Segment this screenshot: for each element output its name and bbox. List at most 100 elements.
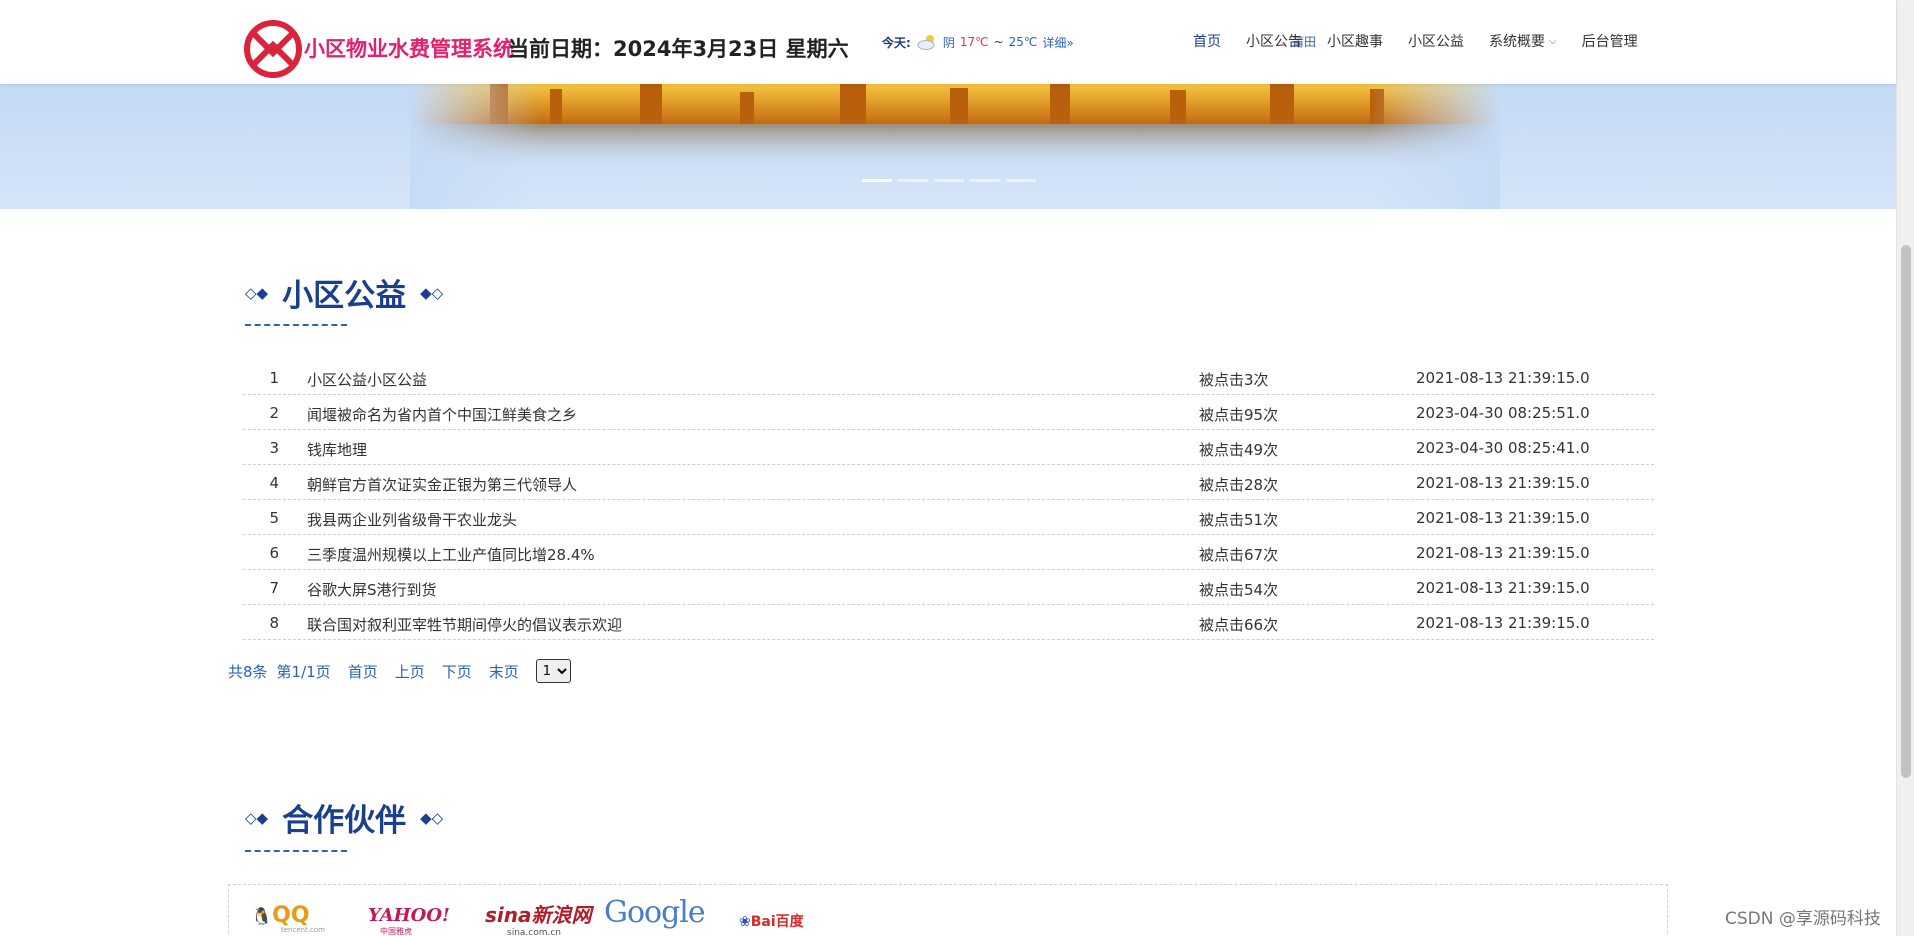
title-decoration-left: ◇◆ [245, 808, 269, 827]
nav-fun-stories[interactable]: 小区趣事 [1327, 31, 1383, 51]
list-item[interactable]: 3 钱库地理 被点击49次 2023-04-30 08:25:41.0 [243, 430, 1654, 465]
item-title-link[interactable]: 谷歌大屏S港行到货 [307, 579, 437, 600]
section-title-partners: ◇◆ 合作伙伴 ◆◇ [245, 795, 443, 840]
weather-condition: 阴 [942, 35, 955, 50]
item-title-link[interactable]: 三季度温州规模以上工业产值同比增28.4% [307, 544, 595, 565]
partner-name: YAHOO! [368, 905, 450, 926]
slider-dot[interactable] [898, 179, 928, 182]
site-logo-icon[interactable] [243, 19, 303, 79]
item-time: 2021-08-13 21:39:15.0 [1416, 544, 1590, 562]
pager-prev-link[interactable]: 上页 [395, 661, 425, 682]
partners-strip: 🐧QQ tencent.com YAHOO! 中国雅虎 sina新浪网 sina… [228, 884, 1668, 936]
list-item[interactable]: 5 我县两企业列省级骨干农业龙头 被点击51次 2021-08-13 21:39… [243, 500, 1654, 535]
nav-label: 小区公告 [1246, 34, 1302, 50]
partner-logo-sina[interactable]: sina新浪网 sina.com.cn [485, 899, 592, 936]
pager-first-link[interactable]: 首页 [348, 661, 378, 682]
item-clicks: 被点击51次 [1199, 511, 1279, 529]
partner-sub: sina.com.cn [507, 928, 562, 936]
item-time: 2021-08-13 21:39:15.0 [1416, 474, 1590, 492]
item-clicks: 被点击95次 [1199, 406, 1279, 424]
nav-admin[interactable]: 后台管理 [1582, 31, 1638, 51]
partner-logo-yahoo[interactable]: YAHOO! 中国雅虎 [368, 905, 450, 936]
pager-total: 共8条 [228, 662, 268, 681]
slider-dots [862, 179, 1036, 182]
cloud-sun-icon [917, 35, 935, 50]
slider-dot[interactable] [934, 179, 964, 182]
chevron-down-icon: ⌵ [1549, 35, 1557, 47]
partner-logo-baidu[interactable]: ❀Bai百度 [739, 911, 804, 931]
weather-low: 25℃ [1008, 35, 1038, 49]
item-time: 2021-08-13 21:39:15.0 [1416, 579, 1590, 597]
partner-sub: tencent.com [281, 926, 325, 934]
nav-home[interactable]: 首页 [1193, 31, 1221, 51]
item-number: 6 [269, 544, 279, 562]
nav-notices[interactable]: 小区公告 [1246, 31, 1302, 51]
nav-label: 后台管理 [1581, 34, 1638, 50]
item-title-link[interactable]: 小区公益小区公益 [307, 369, 427, 390]
nav-label: 小区公益 [1408, 34, 1464, 50]
partner-name: sina新浪网 [485, 903, 592, 927]
item-title-link[interactable]: 朝鲜官方首次证实金正银为第三代领导人 [307, 474, 577, 495]
qq-penguin-icon: 🐧 [251, 907, 273, 927]
nav-system-overview[interactable]: 系统概要 ⌵ [1489, 31, 1557, 51]
list-item[interactable]: 7 谷歌大屏S港行到货 被点击54次 2021-08-13 21:39:15.0 [243, 570, 1654, 605]
list-item[interactable]: 2 闻堰被命名为省内首个中国江鲜美食之乡 被点击95次 2023-04-30 0… [243, 395, 1654, 430]
item-title-link[interactable]: 我县两企业列省级骨干农业龙头 [307, 509, 517, 530]
item-number: 3 [269, 439, 279, 457]
welfare-list: 1 小区公益小区公益 被点击3次 2021-08-13 21:39:15.0 2… [243, 360, 1654, 640]
partner-name: Google [604, 895, 706, 930]
baidu-paw-icon: ❀ [739, 914, 751, 930]
list-item[interactable]: 8 联合国对叙利亚宰牲节期间停火的倡议表示欢迎 被点击66次 2021-08-1… [243, 605, 1654, 640]
watermark-text: CSDN @享源码科技 [1725, 909, 1881, 929]
item-time: 2023-04-30 08:25:41.0 [1416, 439, 1590, 457]
item-clicks: 被点击28次 [1199, 476, 1279, 494]
list-item[interactable]: 1 小区公益小区公益 被点击3次 2021-08-13 21:39:15.0 [243, 360, 1654, 395]
section-title-welfare: ◇◆ 小区公益 ◆◇ [245, 270, 443, 315]
item-clicks: 被点击49次 [1199, 441, 1279, 459]
item-time: 2021-08-13 21:39:15.0 [1416, 369, 1590, 387]
weather-more-link[interactable]: 详细» [1042, 34, 1073, 51]
list-item[interactable]: 4 朝鲜官方首次证实金正银为第三代领导人 被点击28次 2021-08-13 2… [243, 465, 1654, 500]
item-number: 8 [269, 614, 279, 632]
slider-dot[interactable] [970, 179, 1000, 182]
list-item[interactable]: 6 三季度温州规模以上工业产值同比增28.4% 被点击67次 2021-08-1… [243, 535, 1654, 570]
section-divider [245, 324, 347, 326]
item-clicks: 被点击54次 [1199, 581, 1279, 599]
pagination: 共8条 第1/1页 首页 上页 下页 末页 1 [228, 659, 571, 683]
slider-dot[interactable] [1006, 179, 1036, 182]
item-clicks: 被点击66次 [1199, 616, 1279, 634]
nav-public-welfare[interactable]: 小区公益 [1408, 31, 1464, 51]
weather-widget: 今天: 莆田 阴 17℃ ~ 25℃ 详细» [882, 33, 1316, 51]
section-heading: 合作伙伴 [282, 803, 407, 839]
weather-high: 17℃ [959, 35, 989, 49]
nav-label: 小区趣事 [1327, 34, 1383, 50]
partner-logo-google[interactable]: Google [604, 895, 706, 930]
item-number: 7 [269, 579, 279, 597]
pager-page-select[interactable]: 1 [535, 659, 571, 683]
pager-page-indicator: 第1/1页 [276, 662, 331, 681]
current-date: 当前日期：2024年3月23日 星期六 [508, 37, 849, 61]
weather-separator: ~ [993, 35, 1004, 49]
item-title-link[interactable]: 钱库地理 [307, 439, 367, 460]
main-nav: 首页 小区公告 小区趣事 小区公益 系统概要 ⌵ 后台管理 [1193, 31, 1638, 51]
item-title-link[interactable]: 闻堰被命名为省内首个中国江鲜美食之乡 [307, 404, 577, 425]
pager-last-link[interactable]: 末页 [489, 661, 519, 682]
partner-logo-qq[interactable]: 🐧QQ tencent.com [251, 903, 325, 934]
partner-name: QQ [272, 903, 310, 928]
nav-label: 首页 [1193, 34, 1221, 50]
top-header: 小区物业水费管理系统 当前日期：2024年3月23日 星期六 今天: 莆田 阴 … [0, 0, 1896, 84]
pager-next-link[interactable]: 下页 [442, 661, 472, 682]
weather-label: 今天: [882, 35, 911, 50]
weather-city[interactable]: 莆田 [1292, 33, 1914, 158]
partner-name: Bai百度 [750, 914, 804, 930]
item-time: 2021-08-13 21:39:15.0 [1416, 509, 1590, 527]
item-clicks: 被点击67次 [1199, 546, 1279, 564]
item-clicks: 被点击3次 [1199, 371, 1269, 389]
item-time: 2023-04-30 08:25:51.0 [1416, 404, 1590, 422]
title-decoration-right: ◆◇ [420, 283, 444, 302]
slider-dot[interactable] [862, 179, 892, 182]
item-number: 5 [269, 509, 279, 527]
scrollbar-thumb[interactable] [1901, 245, 1911, 778]
item-title-link[interactable]: 联合国对叙利亚宰牲节期间停火的倡议表示欢迎 [307, 614, 622, 635]
site-title: 小区物业水费管理系统 [304, 37, 514, 61]
